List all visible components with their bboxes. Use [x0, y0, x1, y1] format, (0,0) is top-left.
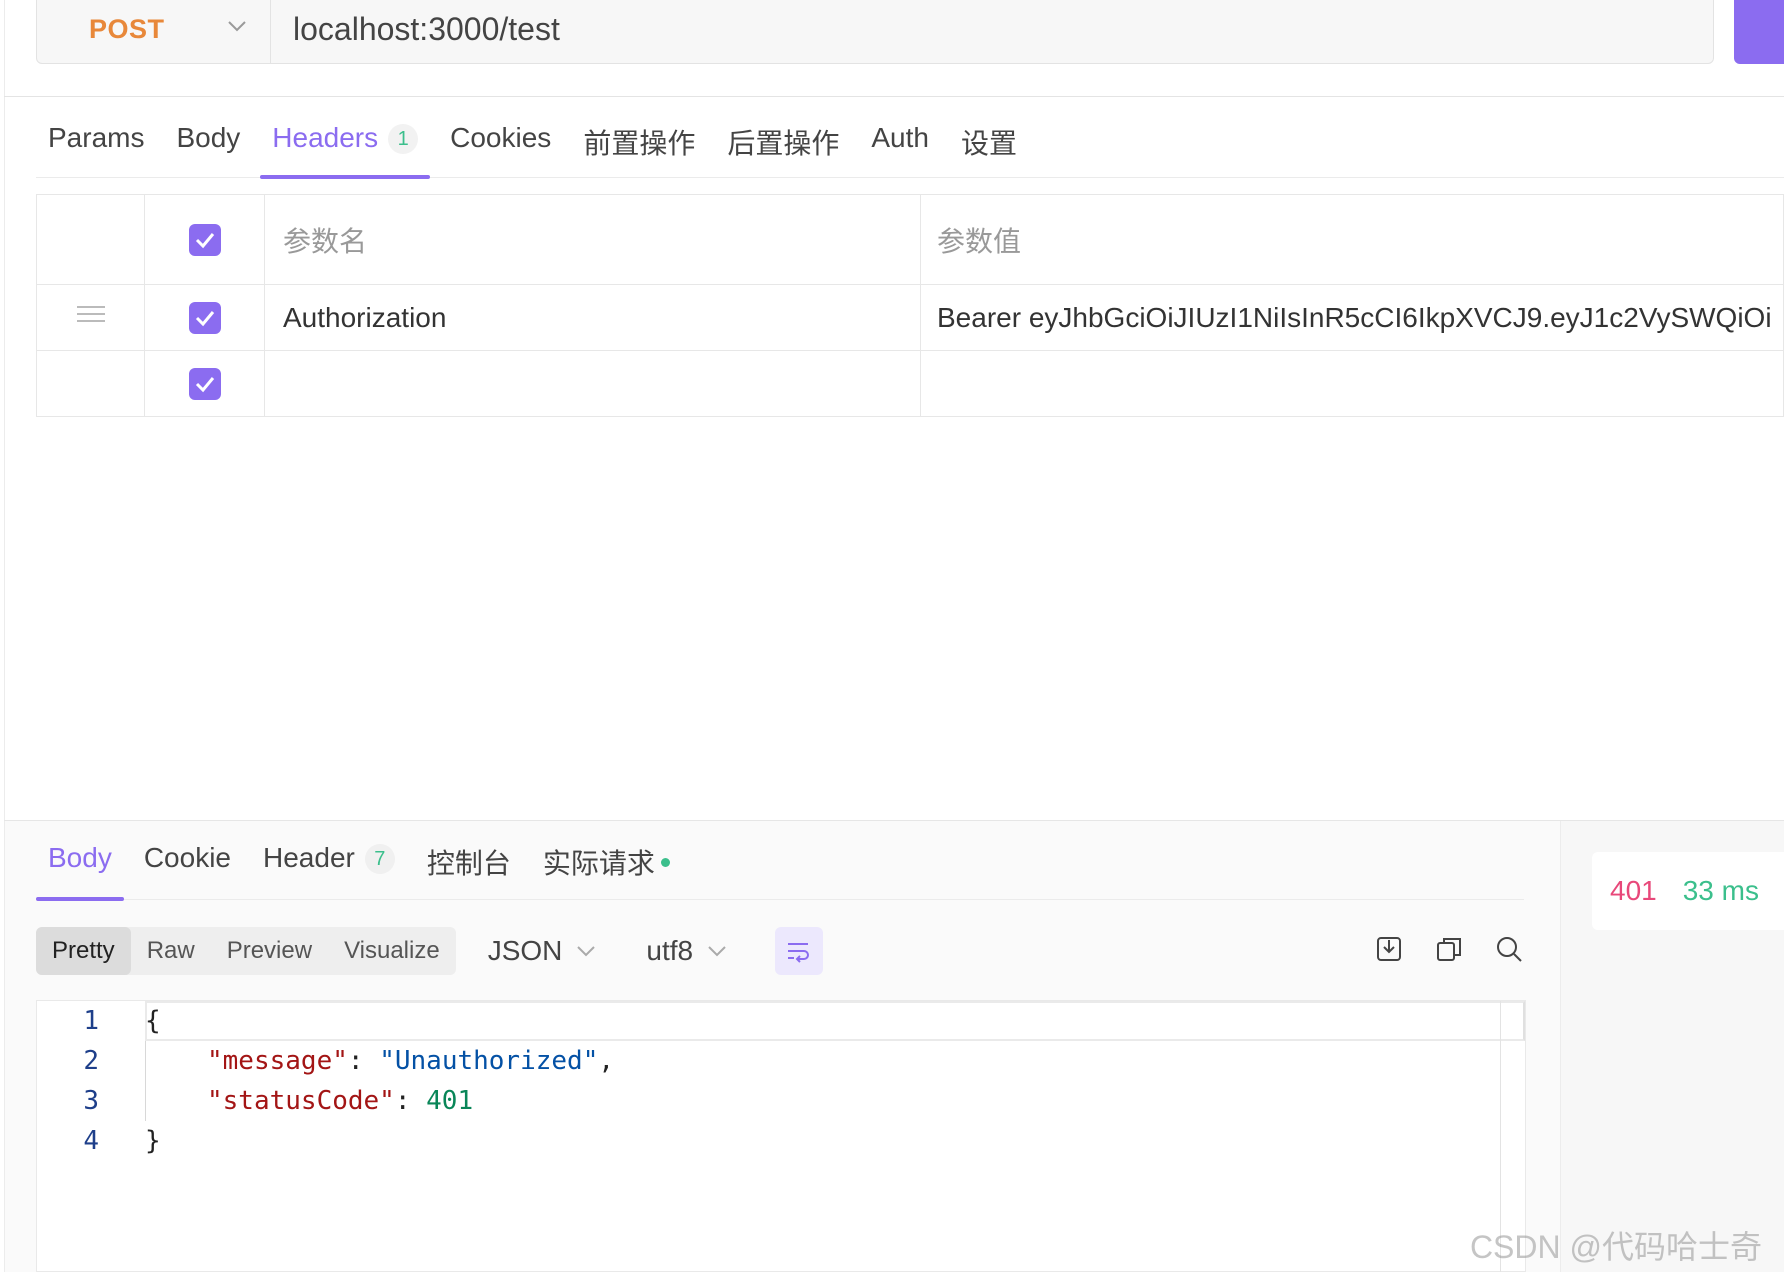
- view-mode-switch: Pretty Raw Preview Visualize: [36, 927, 456, 975]
- tab-console[interactable]: 控制台: [415, 830, 523, 900]
- view-preview[interactable]: Preview: [211, 927, 328, 975]
- response-tabs: Body Cookie Header 7 控制台 实际请求: [36, 830, 1524, 901]
- check-icon: [195, 311, 214, 327]
- code-line: 2 "message": "Unauthorized",: [83, 1046, 615, 1076]
- tab-params[interactable]: Params: [36, 110, 156, 178]
- tab-actual-request[interactable]: 实际请求: [531, 830, 682, 900]
- method-label: POST: [89, 13, 165, 44]
- table-row: Authorization Bearer eyJhbGciOiJIUzI1NiI…: [36, 284, 1784, 351]
- check-icon: [195, 233, 214, 249]
- tab-body[interactable]: Body: [164, 110, 252, 178]
- url-input[interactable]: localhost:3000/test: [271, 0, 560, 63]
- code-line: 1{: [83, 1006, 161, 1036]
- tab-response-body[interactable]: Body: [36, 830, 124, 901]
- tab-post-request[interactable]: 后置操作: [715, 110, 851, 178]
- headers-count-badge: 1: [388, 124, 419, 154]
- view-raw[interactable]: Raw: [131, 927, 211, 975]
- wrap-icon: [788, 943, 810, 963]
- header-name-cell[interactable]: Authorization: [264, 284, 921, 351]
- response-header-count-badge: 7: [364, 844, 395, 874]
- current-line-highlight: [145, 1001, 1525, 1041]
- select-all-checkbox[interactable]: [188, 224, 221, 257]
- code-line: 4}: [83, 1126, 161, 1156]
- word-wrap-button[interactable]: [775, 927, 824, 975]
- tab-pre-request[interactable]: 前置操作: [571, 110, 707, 178]
- tab-settings[interactable]: 设置: [949, 110, 1029, 178]
- chevron-down-icon: [577, 946, 596, 957]
- view-visualize[interactable]: Visualize: [328, 927, 456, 975]
- response-body-viewer[interactable]: 1{ 2 "message": "Unauthorized", 3 "statusC…: [36, 1000, 1526, 1272]
- copy-icon[interactable]: [1434, 934, 1464, 964]
- chevron-down-icon: [708, 946, 726, 957]
- drag-handle-icon[interactable]: [76, 301, 105, 327]
- status-code: 401: [1610, 875, 1657, 906]
- header-name-cell[interactable]: [264, 350, 921, 417]
- encoding-select[interactable]: utf8: [646, 935, 727, 967]
- tab-headers[interactable]: Headers 1: [260, 110, 430, 179]
- table-header-row: 参数名 参数值: [36, 194, 1784, 285]
- view-pretty[interactable]: Pretty: [36, 927, 131, 975]
- status-dot-icon: [660, 858, 670, 867]
- column-header-value: 参数值: [920, 194, 1784, 285]
- divider: [4, 96, 1784, 97]
- tab-response-header[interactable]: Header 7: [251, 830, 407, 900]
- response-time: 33 ms: [1682, 875, 1759, 906]
- row-checkbox[interactable]: [188, 302, 221, 335]
- watermark: CSDN @代码哈士奇: [1469, 1229, 1762, 1265]
- headers-table: 参数名 参数值 Authorization Bearer eyJhbGciOiJ…: [36, 194, 1784, 417]
- table-row: [36, 350, 1784, 417]
- send-button[interactable]: [1734, 0, 1784, 64]
- method-select[interactable]: POST: [37, 0, 271, 63]
- code-line: 3 "statusCode": 401: [83, 1086, 474, 1116]
- response-toolbar: Pretty Raw Preview Visualize JSON utf8: [36, 926, 1524, 976]
- tab-response-cookie[interactable]: Cookie: [132, 830, 243, 900]
- chevron-down-icon: [228, 21, 246, 32]
- response-tools: [1344, 934, 1524, 964]
- request-tabs: Params Body Headers 1 Cookies 前置操作 后置操作 A…: [36, 110, 1784, 179]
- header-value-cell[interactable]: [920, 350, 1784, 417]
- column-header-name: 参数名: [264, 194, 921, 285]
- format-select[interactable]: JSON: [488, 935, 597, 967]
- status-box: 401 33 ms: [1592, 852, 1784, 930]
- url-bar: POST localhost:3000/test: [36, 0, 1714, 64]
- row-checkbox[interactable]: [188, 368, 221, 401]
- header-value-cell[interactable]: Bearer eyJhbGciOiJIUzI1NiIsInR5cCI6IkpXV…: [920, 284, 1784, 351]
- tab-cookies[interactable]: Cookies: [438, 110, 563, 178]
- tab-auth[interactable]: Auth: [859, 110, 941, 178]
- check-icon: [195, 377, 214, 393]
- search-icon[interactable]: [1494, 934, 1524, 964]
- download-icon[interactable]: [1374, 934, 1404, 964]
